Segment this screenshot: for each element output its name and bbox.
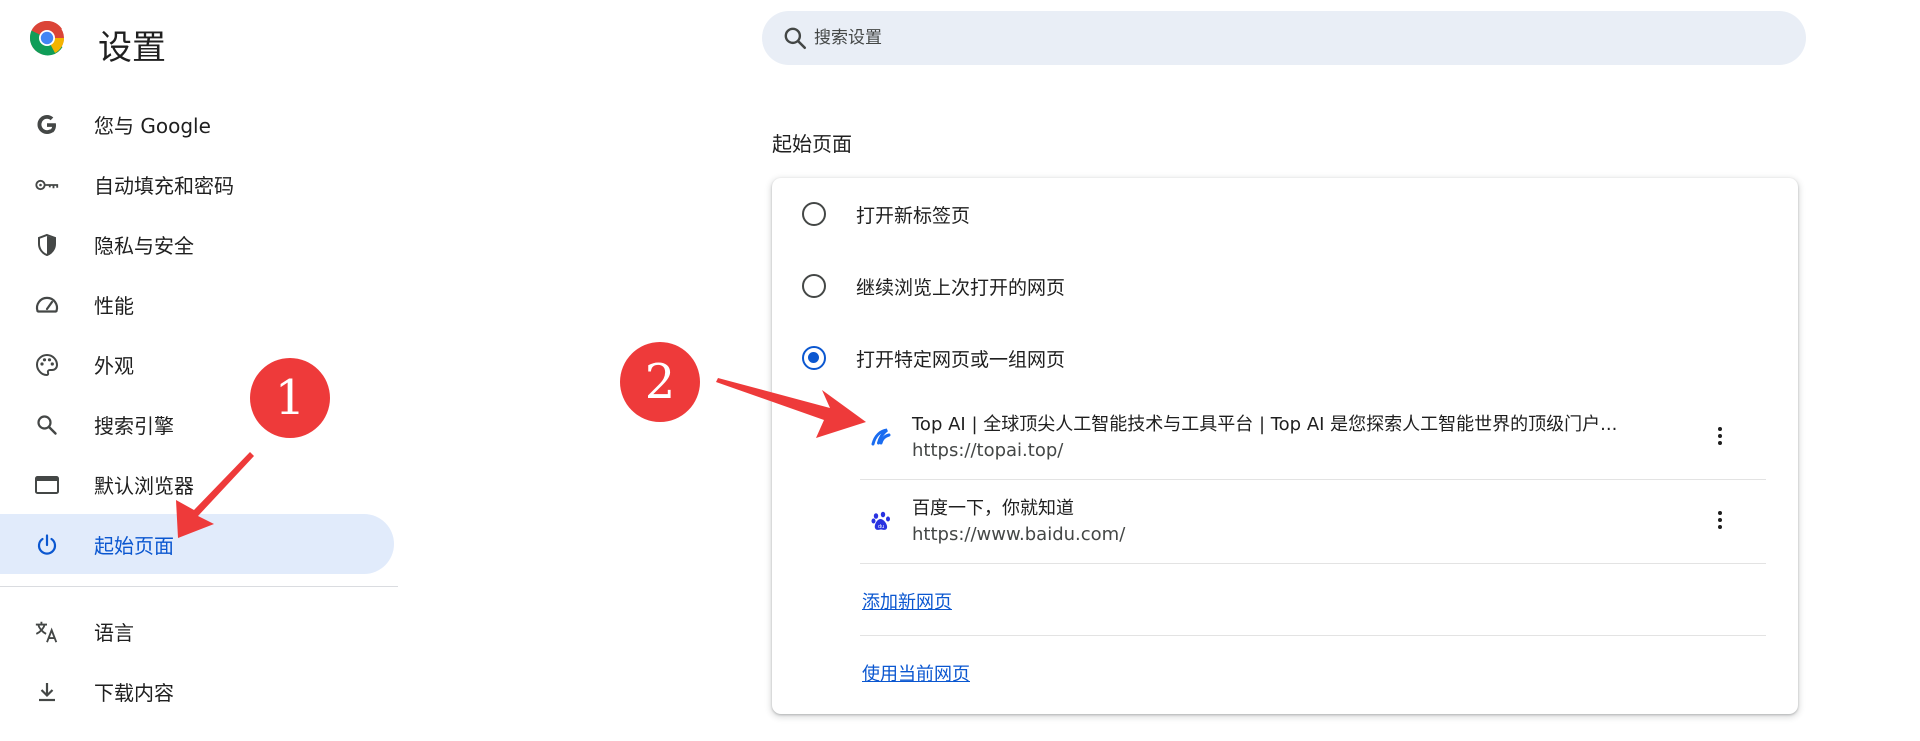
radio-label: 打开特定网页或一组网页 [856,348,1066,371]
sidebar-item-label: 默认浏览器 [94,473,194,498]
google-g-icon [34,112,60,138]
radio-label: 继续浏览上次打开的网页 [856,276,1066,299]
sidebar-item-default-browser[interactable]: 默认浏览器 [0,454,394,514]
radio-button-checked[interactable] [802,346,826,370]
add-new-page-link[interactable]: 添加新网页 [862,588,952,614]
shield-icon [34,232,60,258]
app-title: 设置 [98,28,166,68]
radio-option-continue[interactable]: 继续浏览上次打开的网页 [772,250,1798,322]
add-page-row: 添加新网页 [860,564,1766,636]
annotation-badge-2: 2 [620,342,700,422]
page-url-text: https://www.baidu.com/ [912,524,1126,545]
sidebar: 您与 Google 自动填充和密码 隐私与安全 性能 外观 搜索引擎 默认浏览器… [0,94,400,721]
radio-button[interactable] [802,274,826,298]
sidebar-item-on-startup[interactable]: 起始页面 [0,514,394,574]
sidebar-item-search-engine[interactable]: 搜索引擎 [0,394,394,454]
sidebar-item-label: 搜索引擎 [94,413,174,438]
speedometer-icon [34,292,60,318]
key-icon [34,172,60,198]
browser-window-icon [34,472,60,498]
sidebar-item-languages[interactable]: 语言 [0,601,394,661]
search-icon [784,27,807,50]
sidebar-item-downloads[interactable]: 下载内容 [0,661,394,721]
radio-option-new-tab[interactable]: 打开新标签页 [772,178,1798,250]
translate-icon [34,619,60,645]
search-icon [34,412,60,438]
startup-page-item: du 百度一下，你就知道 https://www.baidu.com/ [860,480,1766,564]
radio-label: 打开新标签页 [856,204,971,227]
page-url-text: https://topai.top/ [912,440,1064,461]
svg-text:du: du [878,524,884,530]
power-icon [34,532,60,558]
topai-logo-icon [871,428,891,446]
sidebar-item-you-and-google[interactable]: 您与 Google [0,94,394,154]
more-actions-icon[interactable] [1702,502,1738,538]
sidebar-item-label: 您与 Google [94,113,211,138]
sidebar-item-appearance[interactable]: 外观 [0,334,394,394]
sidebar-item-autofill[interactable]: 自动填充和密码 [0,154,394,214]
radio-button[interactable] [802,202,826,226]
sidebar-item-label: 性能 [94,293,134,318]
download-icon [34,679,60,705]
section-title: 起始页面 [772,132,852,156]
more-actions-icon[interactable] [1702,418,1738,454]
use-current-row: 使用当前网页 [860,636,1766,708]
palette-icon [34,352,60,378]
chrome-logo-icon [29,20,64,56]
sidebar-divider [0,586,398,587]
startup-options-card: 打开新标签页 继续浏览上次打开的网页 打开特定网页或一组网页 Top AI | … [772,178,1798,714]
sidebar-item-label: 下载内容 [94,680,174,705]
sidebar-item-label: 起始页面 [94,533,174,558]
sidebar-item-label: 自动填充和密码 [94,173,234,198]
sidebar-item-label: 外观 [94,353,134,378]
radio-option-specific-pages[interactable]: 打开特定网页或一组网页 [772,322,1798,394]
page-title-text: 百度一下，你就知道 [912,498,1074,519]
use-current-pages-link[interactable]: 使用当前网页 [862,660,970,686]
sidebar-item-performance[interactable]: 性能 [0,274,394,334]
page-title-text: Top AI | 全球顶尖人工智能技术与工具平台 | Top AI 是您探索人工… [912,414,1618,435]
startup-page-item: Top AI | 全球顶尖人工智能技术与工具平台 | Top AI 是您探索人工… [860,396,1766,480]
baidu-paw-icon: du [871,511,890,530]
sidebar-item-label: 隐私与安全 [94,233,194,258]
sidebar-item-label: 语言 [94,620,134,645]
search-bar[interactable] [762,11,1806,65]
annotation-badge-1: 1 [250,358,330,438]
sidebar-item-privacy[interactable]: 隐私与安全 [0,214,394,274]
search-input[interactable] [814,21,1754,55]
